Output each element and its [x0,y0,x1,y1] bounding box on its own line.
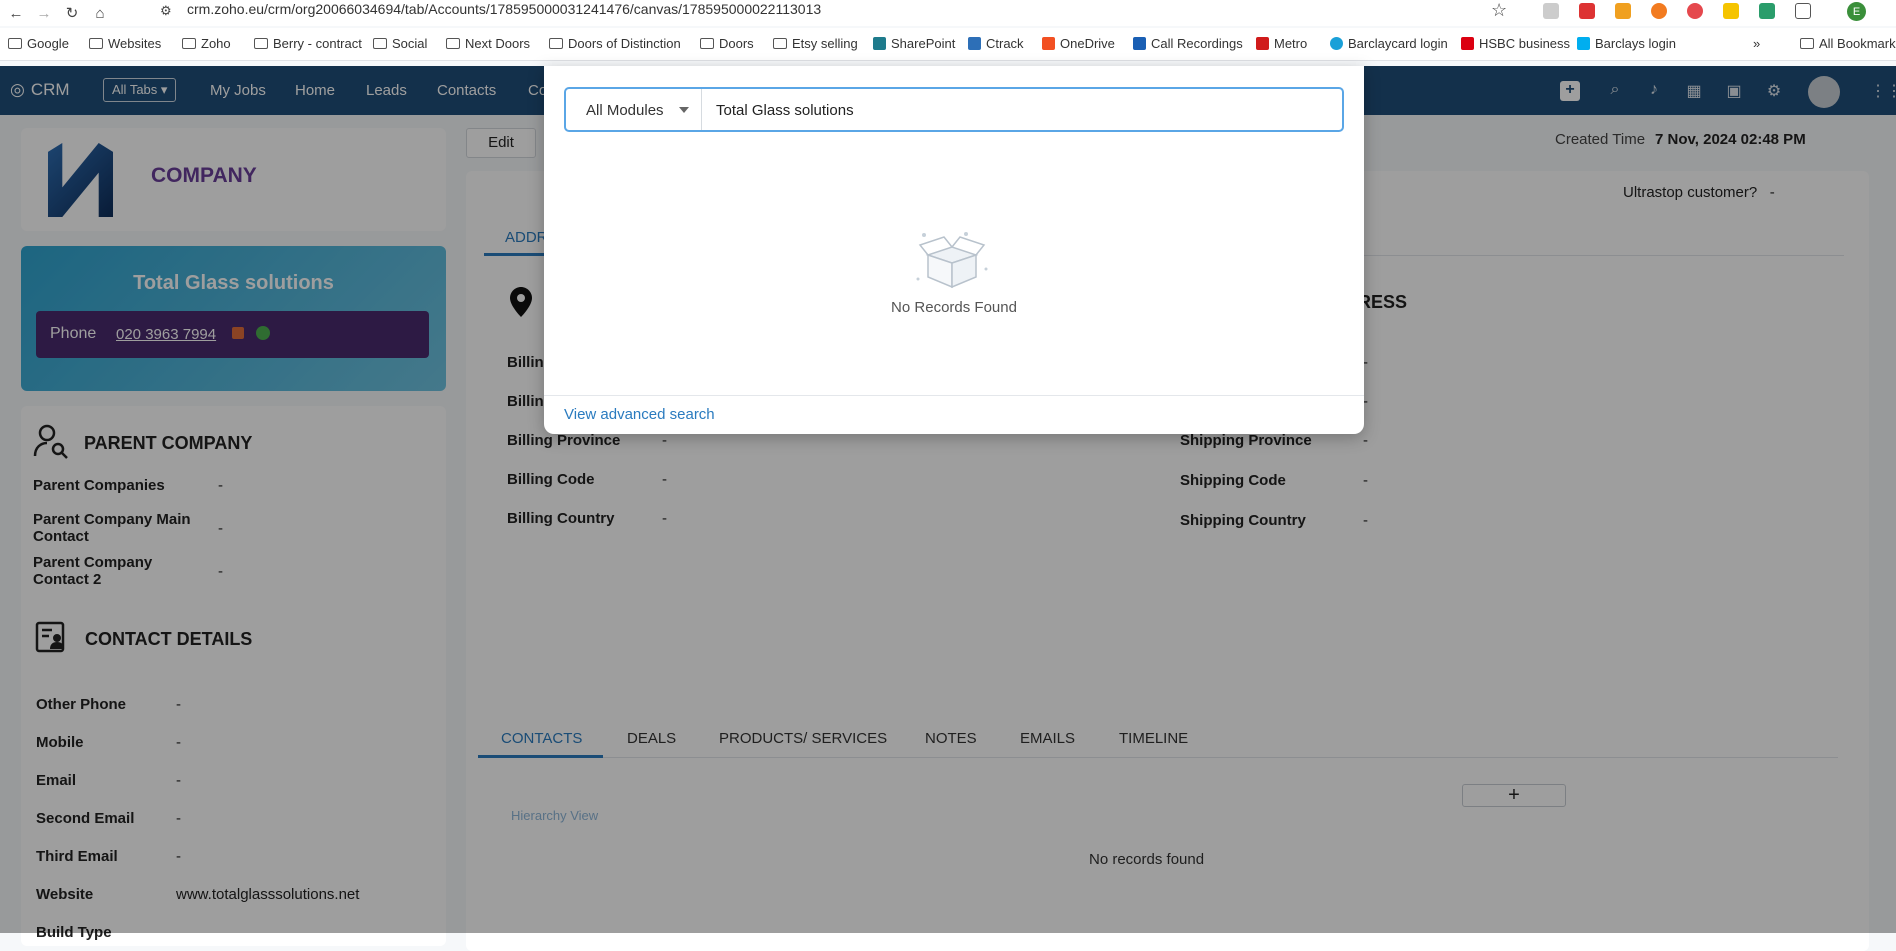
chevron-down-icon [679,107,689,113]
no-records-found: No Records Found [891,299,1017,316]
bookmark[interactable]: Social [373,36,427,51]
bookmark[interactable]: Ctrack [968,36,1024,51]
bookmark-star-icon[interactable]: ☆ [1491,0,1507,21]
folder-icon [254,38,268,49]
more-bookmarks-button[interactable]: » [1753,36,1760,51]
url-text[interactable]: crm.zoho.eu/crm/org20066034694/tab/Accou… [187,1,821,17]
bookmark[interactable]: Doors [700,36,754,51]
bookmark[interactable]: Barclaycard login [1330,36,1448,51]
extension-icon[interactable] [1687,3,1703,19]
bookmark[interactable]: Berry - contract [254,36,362,51]
folder-icon [549,38,563,49]
folder-icon [373,38,387,49]
folder-icon [773,38,787,49]
microsoft-icon [1042,37,1055,50]
bookmark[interactable]: Zoho [182,36,231,51]
bookmark[interactable]: Google [8,36,69,51]
module-select[interactable]: All Modules [566,89,702,130]
bookmarks-bar: Google Websites Zoho Berry - contract So… [0,28,1896,61]
folder-icon [700,38,714,49]
bookmark[interactable]: Call Recordings [1133,36,1243,51]
extension-icon[interactable] [1759,3,1775,19]
extension-icon[interactable] [1723,3,1739,19]
bookmark[interactable]: Websites [89,36,161,51]
bookmark[interactable]: Metro [1256,36,1307,51]
global-search-popup: All Modules No Records Found View advanc… [544,66,1364,434]
bookmark[interactable]: Next Doors [446,36,530,51]
extension-icon[interactable] [1615,3,1631,19]
bookmark[interactable]: Etsy selling [773,36,858,51]
phone-app-icon [1133,37,1146,50]
bookmark[interactable]: SharePoint [873,36,955,51]
browser-toolbar: ← → ↻ ⌂ ⚙ crm.zoho.eu/crm/org20066034694… [0,0,1896,26]
back-icon[interactable]: ← [4,1,28,25]
all-bookmarks[interactable]: All Bookmarks [1800,36,1896,51]
reload-icon[interactable]: ↻ [60,1,84,25]
bookmark[interactable]: OneDrive [1042,36,1115,51]
extension-icon[interactable] [1543,3,1559,19]
extension-icon[interactable] [1651,3,1667,19]
popup-divider [544,395,1364,396]
sharepoint-icon [873,37,886,50]
empty-box-icon [916,232,988,289]
hsbc-icon [1461,37,1474,50]
bookmark[interactable]: Barclays login [1577,36,1676,51]
folder-icon [182,38,196,49]
extension-icon[interactable] [1579,3,1595,19]
home-icon[interactable]: ⌂ [88,1,112,25]
advanced-search-link[interactable]: View advanced search [564,406,715,423]
folder-icon [1800,38,1814,49]
puzzle-icon[interactable] [1795,3,1811,19]
folder-icon [446,38,460,49]
folder-icon [89,38,103,49]
search-input[interactable] [716,98,1326,122]
site-info-icon[interactable]: ⚙ [160,3,176,19]
bookmark[interactable]: HSBC business [1461,36,1570,51]
bookmark[interactable]: Doors of Distinction [549,36,681,51]
forward-icon[interactable]: → [32,1,56,25]
profile-avatar[interactable]: E [1847,2,1866,21]
barclaycard-icon [1330,37,1343,50]
folder-icon [8,38,22,49]
search-bar: All Modules [564,87,1344,132]
ctrack-icon [968,37,981,50]
metro-icon [1256,37,1269,50]
barclays-icon [1577,37,1590,50]
